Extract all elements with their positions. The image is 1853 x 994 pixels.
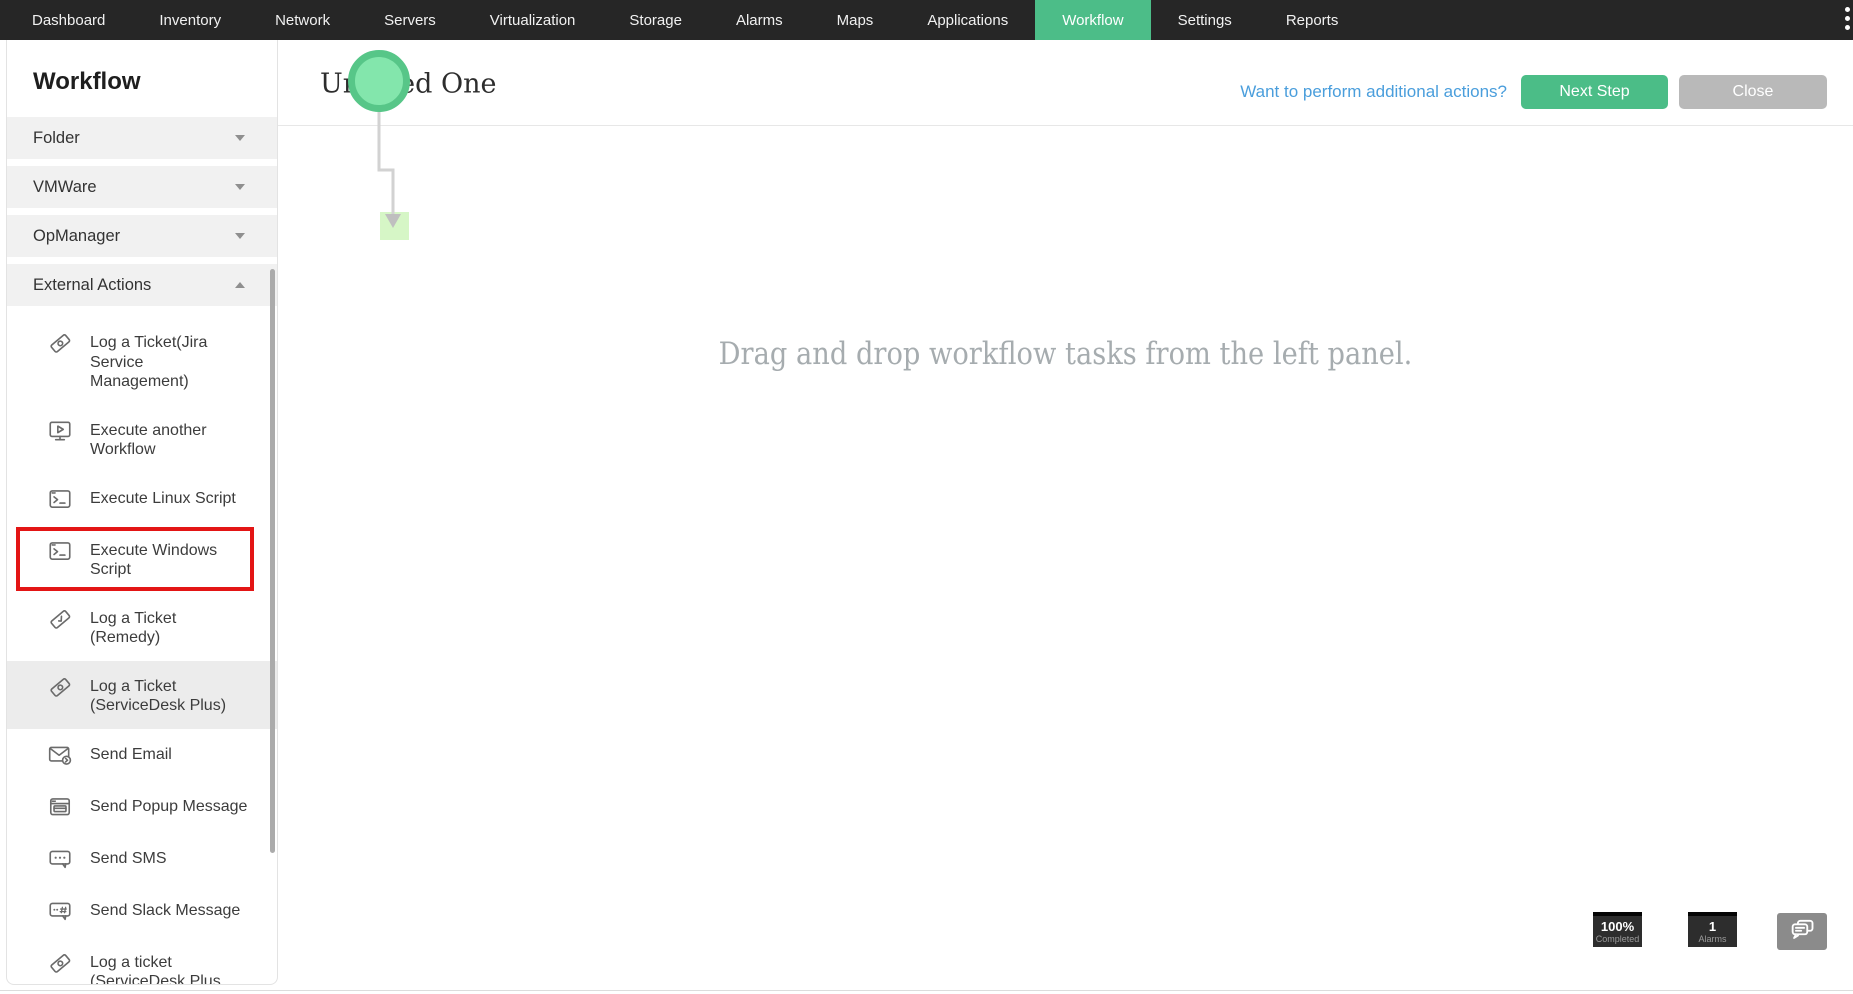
tab-virtualization[interactable]: Virtualization bbox=[463, 0, 603, 40]
list-item-label: Send Popup Message bbox=[90, 797, 248, 815]
top-nav: Dashboard Inventory Network Servers Virt… bbox=[0, 0, 1853, 40]
section-label: VMWare bbox=[33, 177, 97, 196]
terminal-icon bbox=[47, 538, 73, 564]
connector-line bbox=[377, 112, 395, 216]
sidebar-section-external-actions[interactable]: External Actions bbox=[7, 264, 277, 306]
list-item-log-ticket-sdp-cloud[interactable]: Log a ticket (ServiceDesk Plus Cloud) bbox=[7, 937, 277, 985]
tab-reports[interactable]: Reports bbox=[1259, 0, 1366, 40]
tab-network[interactable]: Network bbox=[248, 0, 357, 40]
page-bottom-divider bbox=[0, 990, 1853, 991]
ticket-icon bbox=[47, 674, 73, 700]
tab-alarms[interactable]: Alarms bbox=[709, 0, 810, 40]
tab-storage[interactable]: Storage bbox=[602, 0, 709, 40]
tab-dashboard[interactable]: Dashboard bbox=[5, 0, 132, 40]
list-item-label: Send Slack Message bbox=[90, 901, 241, 919]
tab-settings[interactable]: Settings bbox=[1151, 0, 1259, 40]
next-step-button[interactable]: Next Step bbox=[1521, 75, 1668, 109]
popup-window-icon bbox=[47, 794, 73, 820]
list-item-log-ticket-remedy[interactable]: Log a Ticket (Remedy) bbox=[7, 593, 277, 661]
workflow-canvas: Untitled One Want to perform additional … bbox=[278, 40, 1853, 994]
chat-bubbles-icon bbox=[1787, 915, 1817, 948]
list-item-send-sms[interactable]: Send SMS bbox=[7, 833, 277, 885]
close-button[interactable]: Close bbox=[1679, 75, 1827, 109]
list-item-log-ticket-jira[interactable]: Log a Ticket(Jira Service Management) bbox=[7, 317, 277, 405]
workflow-sidebar: Workflow Folder VMWare OpManager Externa… bbox=[6, 40, 278, 985]
ticket-icon bbox=[47, 950, 73, 976]
external-actions-list: Log a Ticket(Jira Service Management) Ex… bbox=[7, 313, 277, 985]
completed-value: 100% bbox=[1600, 918, 1635, 934]
section-label: External Actions bbox=[33, 275, 152, 294]
sidebar-scrollbar[interactable] bbox=[270, 269, 275, 853]
tab-applications[interactable]: Applications bbox=[900, 0, 1035, 40]
list-item-send-email[interactable]: Send Email bbox=[7, 729, 277, 781]
list-item-label: Send Email bbox=[90, 745, 172, 763]
chevron-down-icon bbox=[235, 233, 245, 239]
start-node-circle[interactable] bbox=[348, 50, 410, 112]
sidebar-section-folder[interactable]: Folder bbox=[7, 117, 277, 159]
tab-maps[interactable]: Maps bbox=[810, 0, 901, 40]
chat-button[interactable] bbox=[1777, 913, 1827, 950]
sms-bubble-icon bbox=[47, 846, 73, 872]
alarms-value: 1 bbox=[1708, 918, 1717, 934]
chevron-down-icon bbox=[235, 184, 245, 190]
list-item-label: Log a Ticket (Remedy) bbox=[90, 609, 177, 647]
list-item-execute-windows-script[interactable]: Execute Windows Script bbox=[7, 525, 277, 593]
sidebar-section-opmanager[interactable]: OpManager bbox=[7, 215, 277, 257]
list-item-label: Log a Ticket (ServiceDesk Plus) bbox=[90, 677, 227, 715]
list-item-log-ticket-servicedesk-plus[interactable]: Log a Ticket (ServiceDesk Plus) bbox=[7, 660, 277, 729]
section-label: Folder bbox=[33, 128, 80, 147]
canvas-placeholder-text: Drag and drop workflow tasks from the le… bbox=[718, 336, 1413, 372]
completed-status-badge[interactable]: 100% Completed bbox=[1593, 912, 1642, 947]
ticket-icon bbox=[47, 330, 73, 356]
sidebar-section-vmware[interactable]: VMWare bbox=[7, 166, 277, 208]
terminal-icon bbox=[47, 486, 73, 512]
list-item-send-slack-message[interactable]: Send Slack Message bbox=[7, 885, 277, 937]
chevron-down-icon bbox=[235, 135, 245, 141]
list-item-label: Execute another Workflow bbox=[90, 421, 207, 459]
list-item-label: Send SMS bbox=[90, 849, 167, 867]
chevron-up-icon bbox=[235, 282, 245, 288]
email-send-icon bbox=[47, 742, 73, 768]
tab-workflow[interactable]: Workflow bbox=[1035, 0, 1151, 40]
tab-servers[interactable]: Servers bbox=[357, 0, 463, 40]
section-label: OpManager bbox=[33, 226, 121, 245]
list-item-label: Execute Windows Script bbox=[90, 541, 218, 579]
list-item-label: Log a ticket (ServiceDesk Plus Cloud) bbox=[90, 953, 221, 985]
completed-label: Completed bbox=[1595, 933, 1640, 944]
monitor-play-icon bbox=[47, 418, 73, 444]
ticket-check-icon bbox=[47, 606, 73, 632]
vertical-dots-icon[interactable] bbox=[1845, 7, 1850, 30]
tab-inventory[interactable]: Inventory bbox=[132, 0, 248, 40]
list-item-send-popup-message[interactable]: Send Popup Message bbox=[7, 781, 277, 833]
alarms-label: Alarms bbox=[1698, 933, 1727, 944]
additional-actions-link[interactable]: Want to perform additional actions? bbox=[1240, 82, 1507, 102]
slack-bubble-icon bbox=[47, 898, 73, 924]
sidebar-title: Workflow bbox=[33, 68, 141, 95]
list-item-label: Log a Ticket(Jira Service Management) bbox=[90, 334, 208, 390]
header-actions: Want to perform additional actions? Next… bbox=[1240, 75, 1827, 109]
list-item-execute-linux-script[interactable]: Execute Linux Script bbox=[7, 473, 277, 525]
alarms-status-badge[interactable]: 1 Alarms bbox=[1688, 912, 1737, 947]
list-item-label: Execute Linux Script bbox=[90, 489, 236, 507]
list-item-execute-another-workflow[interactable]: Execute another Workflow bbox=[7, 405, 277, 473]
workflow-start-node-graphic bbox=[348, 50, 410, 240]
